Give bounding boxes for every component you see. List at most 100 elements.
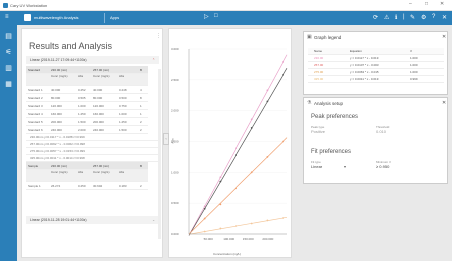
collapse-icon[interactable]: ⌃: [152, 56, 155, 64]
legend-equation: y = 0.0063 * x - 0.015: [350, 70, 379, 74]
sidebar-document-icon[interactable]: ▤: [4, 33, 13, 41]
table-cell: 0.750: [117, 102, 138, 110]
results-table-block: Linear (2019-11-27 17:09:44+1100z) ⌃ Sta…: [26, 56, 159, 224]
data-point[interactable]: [203, 207, 206, 210]
table-cell: 120.000: [49, 102, 76, 110]
table-cell: 2: [138, 126, 148, 134]
legend-row[interactable]: 257.00 y = 0.0107 * x - 0.003 1.000: [308, 62, 444, 69]
analysis-setup-panel: ⚗ Analysis setup ✕ Peak preferences Peak…: [303, 97, 448, 184]
maximize-icon[interactable]: □: [425, 1, 428, 7]
legend-icon: ▣: [307, 34, 312, 40]
table-cell: 80.000: [49, 94, 76, 102]
help-icon[interactable]: ?: [432, 14, 435, 20]
x-tick-label: 50.000: [204, 237, 214, 241]
legend-r2: 1.000: [410, 56, 418, 60]
data-point[interactable]: [203, 230, 206, 233]
edit-icon[interactable]: ✎: [410, 14, 415, 21]
data-point[interactable]: [266, 219, 269, 222]
threshold-input[interactable]: 0.010: [376, 129, 386, 134]
tab-apps[interactable]: Apps: [110, 15, 119, 20]
expand-icon[interactable]: ⌄: [152, 216, 155, 224]
graph-legend-panel: ▣ Graph legend ✕ Name Equation r² 230.00…: [303, 31, 448, 95]
legend-row[interactable]: 325.00 y = 0.0011 * x - 0.019 0.999: [308, 76, 444, 83]
sync-icon[interactable]: ⟳: [373, 14, 378, 21]
sidebar-report-icon[interactable]: ▦: [4, 81, 13, 89]
table-cell: 0.500: [117, 94, 138, 102]
data-point[interactable]: [219, 176, 222, 179]
close-window-icon[interactable]: ✕: [440, 1, 444, 7]
data-point[interactable]: [235, 147, 237, 150]
close-legend-icon[interactable]: ✕: [442, 34, 446, 40]
legend-title: Graph legend: [314, 35, 342, 40]
min-r2-input[interactable]: ≥ 0.950: [376, 164, 389, 169]
minimize-icon[interactable]: –: [409, 1, 412, 7]
play-icon[interactable]: ▷: [204, 13, 209, 20]
setup-title: Analysis setup: [314, 101, 344, 106]
sub-header: Conc (mg/L): [49, 74, 76, 86]
data-point[interactable]: [282, 61, 284, 63]
data-point[interactable]: [282, 217, 284, 219]
col-header: [76, 162, 91, 170]
y-tick-label: 2.500: [171, 78, 179, 82]
sub-header: Abs: [117, 170, 138, 182]
table-cell: 1.000: [76, 102, 91, 110]
close-setup-icon[interactable]: ✕: [442, 100, 446, 106]
legend-r2: 0.999: [410, 77, 418, 81]
legend-row[interactable]: 230.00 y = 0.0117 * x - 0.019 1.000: [308, 55, 444, 62]
data-point[interactable]: [266, 156, 269, 158]
data-point[interactable]: [266, 100, 269, 103]
data-point[interactable]: [203, 205, 206, 208]
collapse-results-button[interactable]: ‹: [163, 133, 169, 145]
window-title: Cary UV Workstation: [10, 3, 48, 8]
col-header: Standard: [26, 66, 49, 74]
section-header[interactable]: Linear (2019-11-27 17:09:44+1100z) ⌃: [26, 56, 159, 64]
scrollbar[interactable]: [158, 69, 161, 239]
info-icon[interactable]: ℹ: [395, 14, 397, 21]
data-point[interactable]: [235, 225, 237, 227]
data-point[interactable]: [203, 217, 206, 220]
sub-header: Abs: [76, 170, 91, 182]
document-name[interactable]: multiwavelength Analysis: [34, 15, 78, 20]
col-header: [117, 162, 138, 170]
data-point[interactable]: [282, 74, 284, 76]
peak-type-select[interactable]: Positive: [311, 129, 325, 134]
fit-type-select[interactable]: Linear: [311, 164, 322, 169]
data-point[interactable]: [219, 227, 222, 230]
legend-col-header: Equation: [350, 49, 362, 53]
table-cell: 240.000: [49, 126, 76, 134]
table-cell: 2: [138, 118, 148, 126]
section-header[interactable]: Linear (2019-11-28 19:01:44+1100z) ⌄: [26, 216, 159, 224]
data-point[interactable]: [250, 171, 253, 174]
data-point[interactable]: [219, 180, 222, 183]
panel-menu-icon[interactable]: ⋮: [156, 33, 161, 39]
legend-equation: y = 0.0107 * x - 0.003: [350, 63, 379, 67]
table-cell: 0.250: [76, 182, 91, 190]
menu-icon[interactable]: ≡: [5, 14, 9, 20]
data-point[interactable]: [235, 187, 237, 190]
data-point[interactable]: [219, 203, 222, 206]
sub-header: Conc (mg/L): [49, 170, 76, 182]
close-app-icon[interactable]: ✕: [442, 14, 447, 21]
legend-col-header: Name: [314, 49, 323, 53]
x-axis-label: Concentration (mg/L): [213, 252, 242, 256]
data-point[interactable]: [266, 89, 269, 92]
data-point[interactable]: [282, 140, 284, 143]
sidebar-library-icon[interactable]: ▥: [4, 65, 13, 73]
data-point[interactable]: [250, 118, 253, 121]
data-point[interactable]: [250, 222, 253, 225]
table-cell: 26.274: [49, 182, 76, 190]
warning-icon[interactable]: ⚠: [384, 14, 389, 21]
sub-header: [138, 170, 148, 182]
sidebar-settings-icon[interactable]: ⚟: [4, 49, 13, 57]
table-cell: 2.000: [76, 126, 91, 134]
divider: [104, 13, 105, 23]
tools-icon[interactable]: ⚙: [421, 14, 426, 21]
table-cell: 1.000: [117, 110, 138, 118]
data-point[interactable]: [250, 127, 253, 129]
legend-row[interactable]: 275.00 y = 0.0063 * x - 0.015 1.000: [308, 69, 444, 76]
stop-icon[interactable]: □: [214, 13, 218, 19]
document-checkbox[interactable]: [24, 14, 31, 21]
dropdown-icon[interactable]: ▾: [344, 164, 346, 169]
data-point[interactable]: [235, 154, 237, 156]
table-cell: 240.000: [91, 126, 117, 134]
